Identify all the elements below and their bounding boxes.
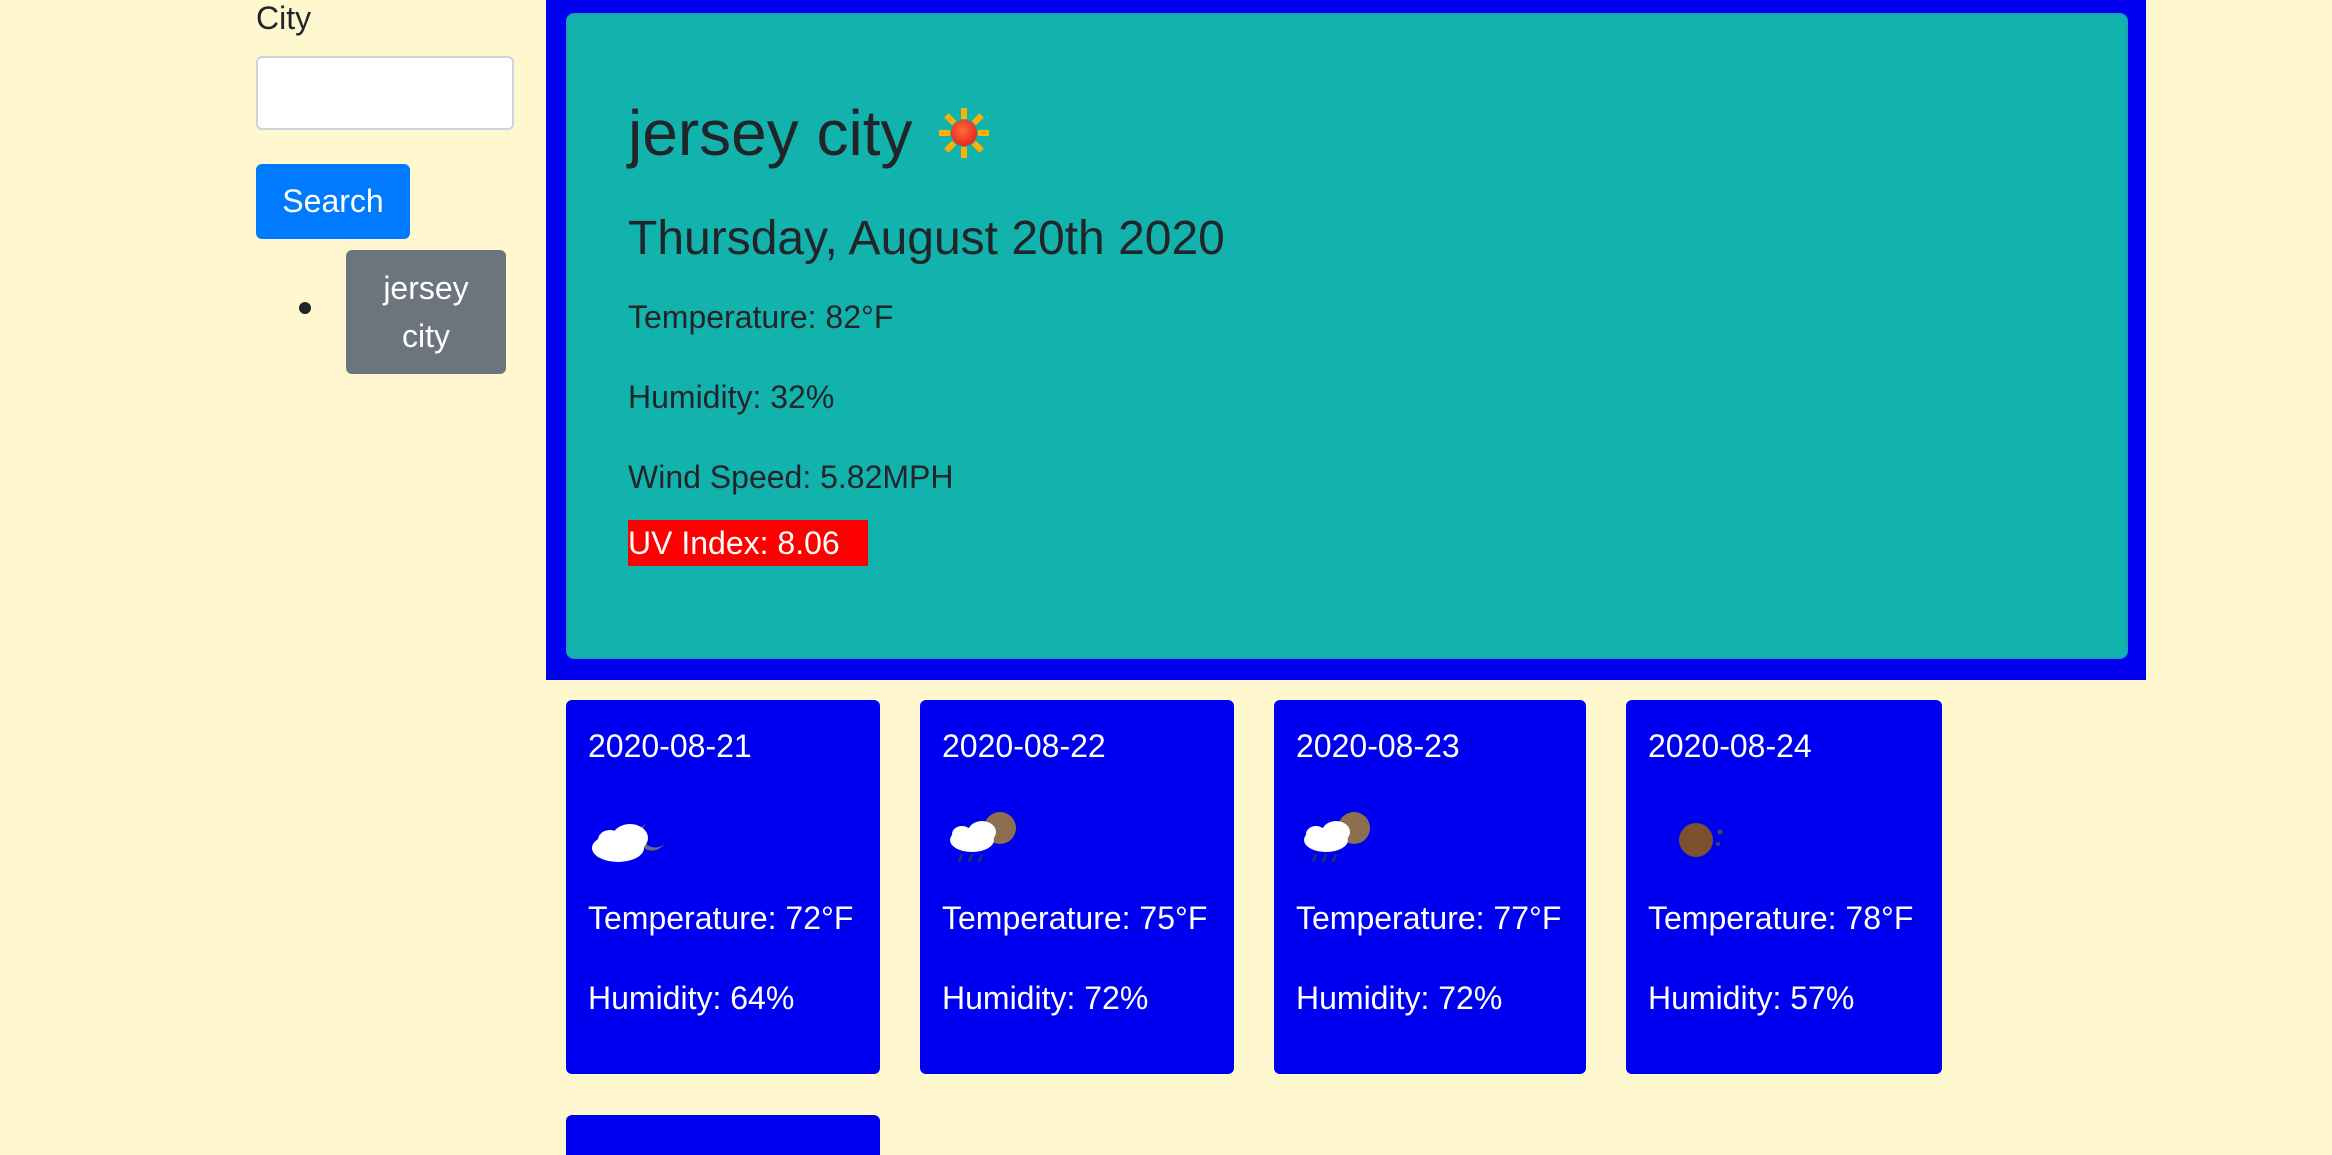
forecast-temperature: Temperature: 75°F [942, 900, 1208, 936]
forecast-date: 2020-08-24 [1648, 728, 1812, 764]
forecast-card: 2020-08-21 Temperature: 72°F Humidity: 6… [566, 700, 880, 1074]
current-city-name: jersey city [628, 97, 913, 169]
history-city-button[interactable]: jersey city [346, 250, 506, 374]
forecast-date: 2020-08-21 [588, 728, 752, 764]
current-wind-speed: Wind Speed: 5.82MPH [628, 459, 954, 495]
forecast-humidity: Humidity: 72% [1296, 980, 1503, 1016]
current-title-row: jersey city [628, 93, 989, 173]
forecast-humidity: Humidity: 72% [942, 980, 1149, 1016]
forecast-card: 2020-08-24 Temperature: 78°F Humidity: 5… [1626, 700, 1942, 1074]
current-weather-card: jersey city Thursday, August 20th 2020 T… [566, 13, 2128, 659]
forecast-temperature: Temperature: 77°F [1296, 900, 1562, 936]
forecast-temperature: Temperature: 72°F [588, 900, 854, 936]
sun-icon [938, 108, 989, 158]
list-bullet [299, 302, 311, 314]
forecast-temperature: Temperature: 78°F [1648, 900, 1914, 936]
forecast-date: 2020-08-22 [942, 728, 1106, 764]
rain-night-icon [950, 812, 1016, 863]
forecast-humidity: Humidity: 57% [1648, 980, 1855, 1016]
search-button[interactable]: Search [256, 164, 410, 239]
cloudy-night-icon [592, 824, 664, 862]
forecast-date: 2020-08-23 [1296, 728, 1460, 764]
forecast-card-partial [566, 1115, 880, 1155]
forecast-humidity: Humidity: 64% [588, 980, 795, 1016]
clear-night-icon [1679, 823, 1723, 857]
city-label: City [256, 0, 312, 36]
forecast-card: 2020-08-23 Temperature: 77°F Humidity: 7… [1274, 700, 1586, 1074]
current-temperature: Temperature: 82°F [628, 299, 894, 335]
city-search-input[interactable] [256, 56, 514, 130]
forecast-card: 2020-08-22 Temperature: 75°F Humidity: 7… [920, 700, 1234, 1074]
current-weather-panel: jersey city Thursday, August 20th 2020 T… [546, 0, 2146, 680]
rain-night-icon [1304, 812, 1370, 863]
uv-index-badge: UV Index: 8.06 [628, 520, 868, 566]
current-humidity: Humidity: 32% [628, 379, 835, 415]
current-date: Thursday, August 20th 2020 [628, 212, 1225, 265]
